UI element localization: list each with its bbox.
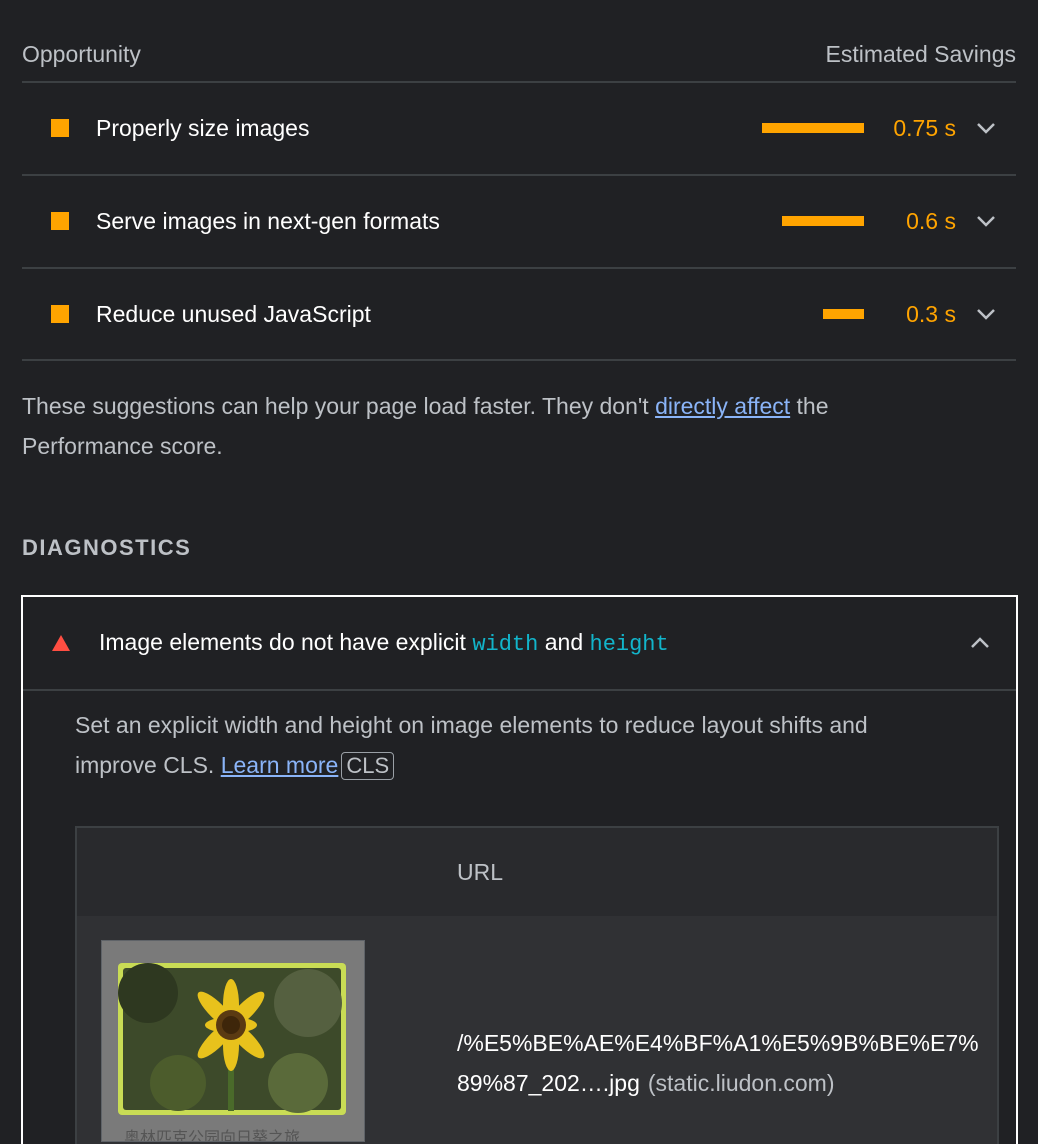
chevron-down-icon[interactable] <box>956 294 1016 334</box>
savings-bar <box>823 309 864 319</box>
diagnostic-item-unsized-images: Image elements do not have explicit widt… <box>21 595 1018 1144</box>
url-column-header: URL <box>457 858 504 885</box>
opportunity-row-unused-javascript[interactable]: Reduce unused JavaScript 0.3 s <box>22 268 1016 360</box>
opportunities-note: These suggestions can help your page loa… <box>22 386 922 466</box>
savings-value: 0.75 s <box>893 114 956 141</box>
orange-square-icon <box>51 212 69 230</box>
savings-bar <box>762 123 864 133</box>
opportunity-row-properly-size-images[interactable]: Properly size images 0.75 s <box>22 82 1016 174</box>
diagnostic-description: Set an explicit width and height on imag… <box>75 705 955 785</box>
details-table: URL 奥林匹克公园向日葵之旅 /%E5%BE%AE%E4%BF%A1%E5%9… <box>75 826 999 1144</box>
opportunity-column-label: Opportunity <box>22 40 141 67</box>
title-text-and: and <box>538 629 590 655</box>
note-text: These suggestions can help your page loa… <box>22 393 656 419</box>
image-url[interactable]: /%E5%BE%AE%E4%BF%A1%E5%9B%BE%E7%89%87_20… <box>457 1023 987 1103</box>
directly-affect-link[interactable]: directly affect <box>655 393 790 419</box>
savings-value: 0.6 s <box>906 207 956 234</box>
sunflower-image <box>118 963 346 1115</box>
orange-square-icon <box>51 305 69 323</box>
opportunity-header: Opportunity Estimated Savings <box>22 36 1016 72</box>
code-height: height <box>589 632 669 657</box>
image-thumbnail: 奥林匹克公园向日葵之旅 <box>101 940 365 1142</box>
cls-badge: CLS <box>341 752 395 780</box>
divider <box>22 359 1016 361</box>
url-host: (static.liudon.com) <box>647 1070 835 1096</box>
diagnostic-title: Image elements do not have explicit widt… <box>99 629 950 657</box>
red-triangle-icon <box>52 635 70 651</box>
opportunity-title: Serve images in next-gen formats <box>96 207 440 234</box>
description-text: Set an explicit width and height on imag… <box>75 712 868 778</box>
chevron-down-icon[interactable] <box>956 201 1016 241</box>
savings-value: 0.3 s <box>906 300 956 327</box>
title-text: Image elements do not have explicit <box>99 629 473 655</box>
lighthouse-report: Opportunity Estimated Savings Properly s… <box>0 0 1038 1144</box>
learn-more-link[interactable]: Learn more <box>221 752 339 778</box>
orange-square-icon <box>51 119 69 137</box>
table-header: URL <box>77 828 997 916</box>
thumbnail-caption: 奥林匹克公园向日葵之旅 <box>124 1130 301 1142</box>
opportunity-title: Reduce unused JavaScript <box>96 300 371 327</box>
diagnostic-header[interactable]: Image elements do not have explicit widt… <box>23 597 1016 691</box>
savings-bar <box>782 216 864 226</box>
diagnostics-heading: DIAGNOSTICS <box>22 535 192 560</box>
code-width: width <box>472 632 539 657</box>
chevron-up-icon[interactable] <box>950 623 1010 663</box>
estimated-savings-column-label: Estimated Savings <box>825 40 1016 67</box>
opportunity-row-next-gen-formats[interactable]: Serve images in next-gen formats 0.6 s <box>22 175 1016 267</box>
opportunity-title: Properly size images <box>96 114 310 141</box>
chevron-down-icon[interactable] <box>956 108 1016 148</box>
